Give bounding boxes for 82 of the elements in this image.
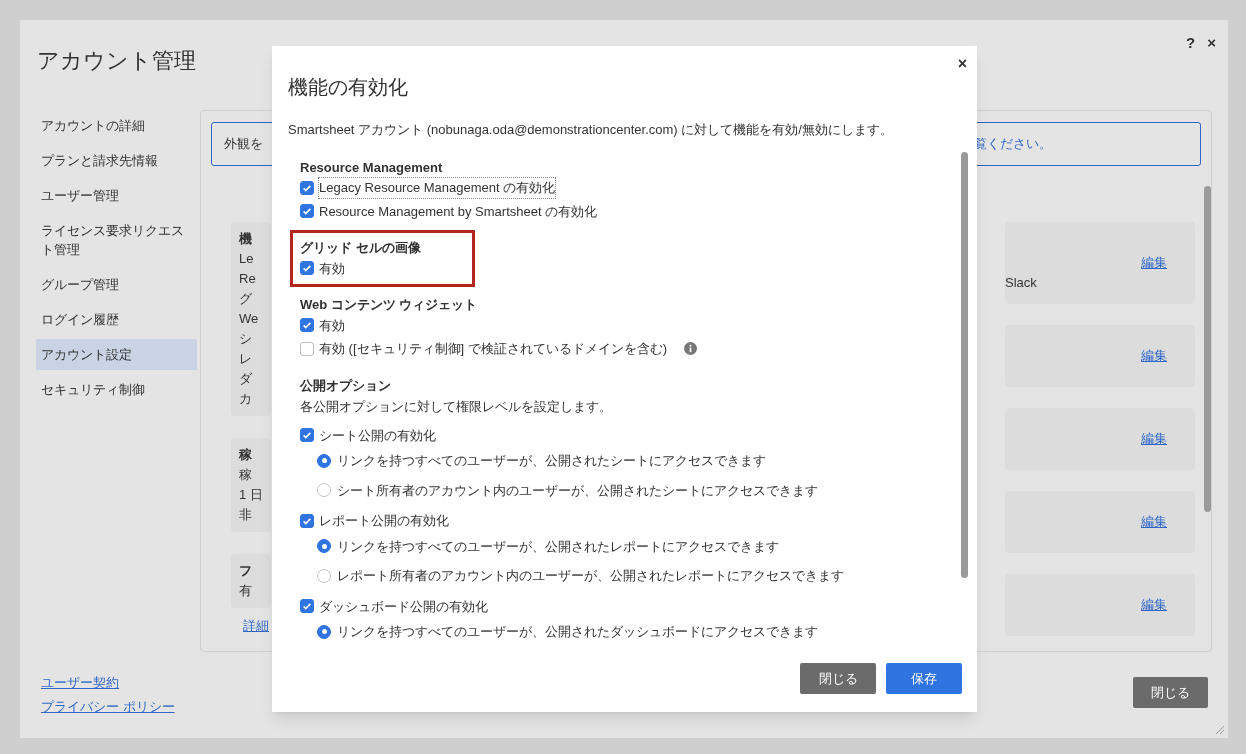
- checkbox[interactable]: [300, 599, 314, 614]
- card-text: フ: [239, 562, 253, 580]
- edit-link[interactable]: 編集: [1141, 429, 1167, 449]
- card-text: 稼: [239, 466, 253, 484]
- card-text: 1 日: [239, 486, 263, 504]
- nav-item[interactable]: セキュリティ制御: [36, 374, 197, 405]
- nav-item[interactable]: ライセンス要求リクエスト管理: [36, 215, 197, 265]
- checkbox[interactable]: [300, 261, 314, 276]
- check-icon: [302, 206, 312, 217]
- close-button[interactable]: ×: [957, 52, 967, 76]
- checkbox[interactable]: [300, 341, 314, 356]
- close-button[interactable]: 閉じる: [800, 663, 876, 694]
- checkbox[interactable]: [300, 204, 314, 219]
- check-icon: [302, 430, 312, 441]
- close-button[interactable]: ×: [1207, 32, 1216, 55]
- section-title: Web コンテンツ ウィジェット: [300, 296, 479, 314]
- card-text: 有: [239, 582, 253, 600]
- edit-link[interactable]: 編集: [1141, 346, 1167, 366]
- radio-label: リンクを持つすべてのユーザーが、公開されたダッシュボードにアクセスできます: [337, 623, 818, 641]
- nav-item[interactable]: アカウント設定: [36, 339, 197, 370]
- nav-item[interactable]: ログイン履歴: [36, 304, 197, 335]
- nav-item[interactable]: グループ管理: [36, 269, 197, 300]
- card-text: Re: [239, 270, 257, 288]
- check-icon: [302, 601, 312, 612]
- section-title: Resource Management: [300, 158, 444, 177]
- check-icon: [302, 263, 312, 274]
- radio-label: レポート所有者のアカウント内のユーザーが、公開されたレポートにアクセスできます: [337, 567, 844, 585]
- radio-button[interactable]: [317, 539, 331, 554]
- banner-text: 外観を: [224, 135, 263, 154]
- card-text: グ: [239, 290, 253, 308]
- save-button[interactable]: 保存: [886, 663, 962, 694]
- radio-button[interactable]: [317, 453, 331, 468]
- section-title: 公開オプション: [300, 376, 392, 395]
- dialog-title: アカウント管理: [37, 47, 196, 75]
- card-text: レ: [239, 350, 253, 368]
- card-text: Le: [239, 250, 255, 268]
- checkbox-label: 有効 ([セキュリティ制御] で検証されているドメインを含む): [319, 340, 668, 358]
- checkbox-label: レポート公開の有効化: [319, 512, 449, 530]
- edit-link[interactable]: 編集: [1141, 253, 1167, 273]
- checkbox-label: 有効: [319, 259, 345, 278]
- checkbox[interactable]: [300, 428, 314, 443]
- scrollbar[interactable]: [1204, 186, 1211, 512]
- close-button[interactable]: 閉じる: [1133, 677, 1208, 708]
- check-icon: [302, 320, 312, 331]
- nav-item[interactable]: アカウントの詳細: [36, 110, 197, 141]
- card-text: Slack: [1005, 274, 1037, 293]
- checkbox[interactable]: [300, 318, 314, 333]
- edit-link[interactable]: 編集: [1141, 595, 1167, 615]
- radio-label: シート所有者のアカウント内のユーザーが、公開されたシートにアクセスできます: [337, 481, 818, 500]
- checkbox-label: Resource Management by Smartsheet の有効化: [319, 202, 598, 221]
- card-text: We: [239, 310, 260, 328]
- section-title: グリッド セルの画像: [300, 239, 422, 257]
- radio-button[interactable]: [317, 483, 331, 498]
- checkbox[interactable]: [300, 513, 314, 528]
- card-text: 稼: [239, 446, 253, 464]
- footer-link[interactable]: ユーザー契約: [41, 673, 200, 693]
- card-text: シ: [239, 330, 253, 348]
- modal-description: Smartsheet アカウント (nobunaga.oda@demonstrationcenter.com) に対して機能を有効/無効にします。: [288, 121, 894, 139]
- radio-label: リンクを持つすべてのユーザーが、公開されたレポートにアクセスできます: [337, 537, 779, 556]
- resize-grip-icon[interactable]: [1214, 724, 1224, 734]
- radio-button[interactable]: [317, 568, 331, 583]
- nav-item[interactable]: ユーザー管理: [36, 180, 197, 211]
- card-text: 非: [239, 506, 253, 524]
- modal-title: 機能の有効化: [288, 75, 408, 100]
- card-text: ダ: [239, 370, 253, 388]
- card-text: カ: [239, 390, 253, 408]
- edit-link[interactable]: 編集: [1141, 512, 1167, 532]
- section-description: 各公開オプションに対して権限レベルを設定します。: [300, 398, 613, 416]
- help-button[interactable]: ?: [1186, 32, 1196, 55]
- radio-label: リンクを持つすべてのユーザーが、公開されたシートにアクセスできます: [337, 452, 766, 470]
- checkbox-label: ダッシュボード公開の有効化: [319, 597, 488, 616]
- checkbox-label: シート公開の有効化: [319, 426, 436, 445]
- details-link[interactable]: 詳細: [243, 616, 269, 636]
- footer-link[interactable]: プライバシー ポリシー: [41, 696, 200, 716]
- scrollbar[interactable]: [961, 151, 968, 578]
- checkbox[interactable]: [300, 180, 314, 195]
- info-icon[interactable]: [684, 342, 698, 356]
- card-text: 機: [239, 230, 253, 248]
- checkbox-label: 有効: [319, 316, 345, 335]
- radio-button[interactable]: [317, 624, 331, 639]
- nav-item[interactable]: プランと請求先情報: [36, 145, 197, 176]
- checkbox-label: Legacy Resource Management の有効化: [319, 178, 556, 198]
